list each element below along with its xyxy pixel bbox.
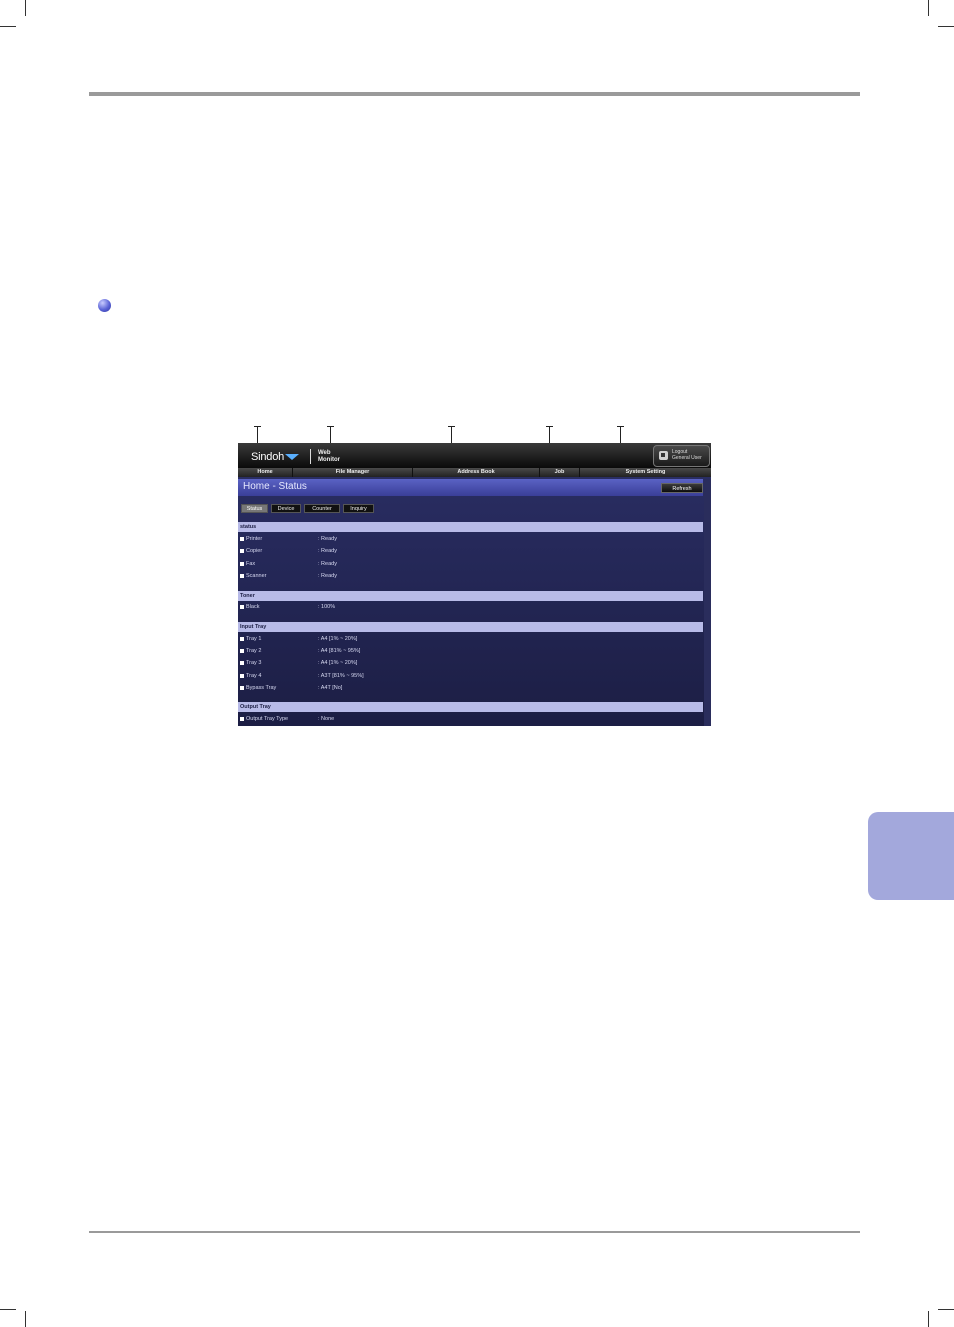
- row-value: : A3T [81% ~ 95%]: [318, 673, 364, 679]
- status-row: Printer : Ready: [240, 535, 700, 544]
- checkbox-icon: [240, 605, 244, 609]
- input-tray-row: Bypass Tray : A4T [No]: [240, 684, 700, 693]
- row-value: : A4 [81% ~ 95%]: [318, 648, 361, 654]
- logo-subtitle: Web Monitor: [318, 450, 340, 463]
- toner-row: Black : 100%: [240, 603, 700, 612]
- checkbox-icon: [240, 674, 244, 678]
- tab-device[interactable]: Device: [271, 504, 301, 513]
- scrollbar[interactable]: [704, 479, 711, 726]
- nav-home[interactable]: Home: [238, 468, 293, 477]
- logout-user: General User: [672, 455, 702, 461]
- row-label: Printer: [246, 536, 263, 542]
- row-label: Black: [246, 604, 260, 610]
- subtab-bar: Status Device Counter Inquiry: [241, 504, 374, 513]
- row-label: Bypass Tray: [246, 685, 277, 691]
- row-value: : None: [318, 716, 335, 722]
- nav-address-book[interactable]: Address Book: [413, 468, 540, 477]
- checkbox-icon: [240, 717, 244, 721]
- nav-job[interactable]: Job: [540, 468, 580, 477]
- tab-counter[interactable]: Counter: [304, 504, 340, 513]
- checkbox-icon: [240, 537, 244, 541]
- logout-icon: [659, 451, 668, 460]
- tab-status[interactable]: Status: [241, 504, 268, 513]
- row-label: Tray 2: [246, 648, 262, 654]
- row-label: Output Tray Type: [246, 716, 289, 722]
- checkbox-icon: [240, 637, 244, 641]
- input-tray-row: Tray 2 : A4 [81% ~ 95%]: [240, 647, 700, 656]
- row-label: Scanner: [246, 573, 267, 579]
- checkbox-icon: [240, 686, 244, 690]
- nav-file-manager[interactable]: File Manager: [293, 468, 413, 477]
- status-row: Scanner : Ready: [240, 572, 700, 581]
- chapter-tab: [868, 812, 954, 900]
- row-label: Fax: [246, 561, 256, 567]
- section-output-tray-header: Output Tray: [238, 702, 703, 712]
- checkbox-icon: [240, 549, 244, 553]
- crop-mark: [928, 0, 929, 16]
- row-value: : Ready: [318, 573, 337, 579]
- row-value: : Ready: [318, 561, 337, 567]
- checkbox-icon: [240, 574, 244, 578]
- checkbox-icon: [240, 562, 244, 566]
- row-value: : A4 [1% ~ 20%]: [318, 636, 358, 642]
- page-title: Home - Status: [243, 481, 307, 492]
- logout-text: Logout General User: [672, 449, 702, 461]
- crop-mark: [0, 26, 16, 27]
- output-tray-row: Output Tray Type : None: [240, 715, 700, 724]
- row-label: Copier: [246, 548, 263, 554]
- logo-triangle-icon: [285, 454, 299, 460]
- checkbox-icon: [240, 661, 244, 665]
- input-tray-row: Tray 1 : A4 [1% ~ 20%]: [240, 635, 700, 644]
- main-nav: Home File Manager Address Book Job Syste…: [238, 468, 711, 477]
- row-label: Tray 4: [246, 673, 262, 679]
- tab-inquiry[interactable]: Inquiry: [343, 504, 374, 513]
- crop-mark: [938, 1309, 954, 1310]
- bullet-icon: [98, 299, 111, 312]
- row-label: Tray 3: [246, 660, 262, 666]
- row-value: : A4 [1% ~ 20%]: [318, 660, 358, 666]
- refresh-button[interactable]: Refresh: [661, 483, 703, 493]
- crop-mark: [928, 1311, 929, 1327]
- footer-rule: [89, 1231, 860, 1233]
- web-monitor-screenshot: Sindoh Web Monitor Logout General User H…: [238, 443, 711, 726]
- input-tray-row: Tray 3 : A4 [1% ~ 20%]: [240, 659, 700, 668]
- row-value: : Ready: [318, 548, 337, 554]
- crop-mark: [25, 1311, 26, 1327]
- row-value: : Ready: [318, 536, 337, 542]
- status-row: Copier : Ready: [240, 547, 700, 556]
- nav-system-setting[interactable]: System Setting: [580, 468, 711, 477]
- header-rule: [89, 92, 860, 96]
- status-row: Fax : Ready: [240, 560, 700, 569]
- logout-button[interactable]: Logout General User: [653, 445, 710, 467]
- row-value: : A4T [No]: [318, 685, 343, 691]
- logo-text: Sindoh: [251, 451, 285, 463]
- section-status-header: status: [238, 522, 703, 532]
- logo-divider: [310, 449, 311, 464]
- title-bar: Home - Status Refresh: [238, 479, 703, 496]
- checkbox-icon: [240, 649, 244, 653]
- row-value: : 100%: [318, 604, 336, 610]
- input-tray-row: Tray 4 : A3T [81% ~ 95%]: [240, 672, 700, 681]
- row-label: Tray 1: [246, 636, 262, 642]
- section-input-tray-header: Input Tray: [238, 622, 703, 632]
- section-toner-header: Toner: [238, 591, 703, 601]
- crop-mark: [938, 26, 954, 27]
- crop-mark: [0, 1309, 16, 1310]
- app-header: Sindoh Web Monitor Logout General User: [238, 443, 711, 468]
- crop-mark: [25, 0, 26, 16]
